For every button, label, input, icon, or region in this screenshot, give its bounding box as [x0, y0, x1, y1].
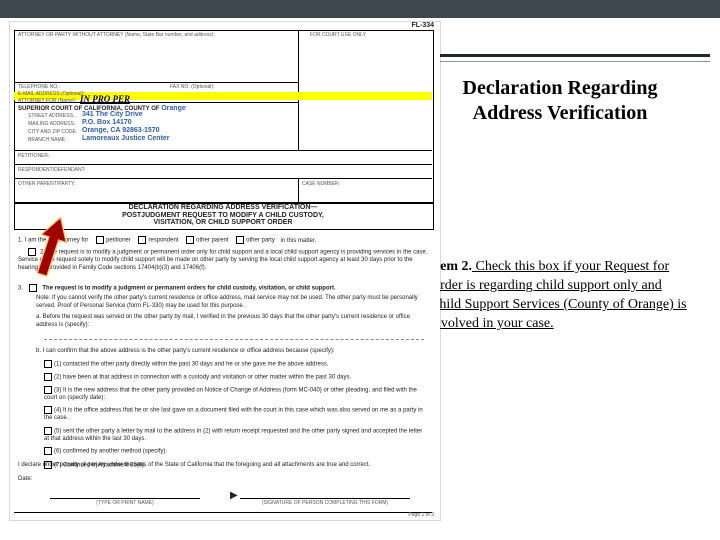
perjury: I declare under penalty of perjury under…	[18, 462, 428, 468]
attyfor-label: ATTORNEY FOR (Name):	[18, 98, 76, 104]
sig-right: (SIGNATURE OF PERSON COMPLETING THIS FOR…	[240, 500, 410, 506]
branch-label: BRANCH NAME:	[28, 137, 66, 143]
street: 341 The City Drive	[82, 111, 143, 118]
form-code: FL-334	[411, 22, 434, 29]
in-pro-per: IN PRO PER	[80, 94, 130, 104]
slide-top-bar	[0, 0, 720, 18]
court-use: FOR COURT USE ONLY	[310, 32, 366, 38]
atty-label: ATTORNEY OR PARTY WITHOUT ATTORNEY (Name…	[18, 32, 215, 38]
petitioner-label: PETITIONER:	[18, 153, 49, 159]
branch: Lamoreaux Justice Center	[82, 135, 170, 142]
slide-title: Declaration Regarding Address Verificati…	[430, 76, 690, 126]
email-label: E-MAIL ADDRESS (Optional):	[18, 91, 85, 97]
item3: 3. The request is to modify a judgment o…	[18, 284, 428, 470]
case-label: CASE NUMBER:	[302, 181, 340, 187]
sig-left: (TYPE OR PRINT NAME)	[50, 500, 200, 506]
phone-label: TELEPHONE NO.:	[18, 84, 60, 90]
sig-caret-icon: ▶	[230, 490, 238, 501]
cityzip-label: CITY AND ZIP CODE:	[28, 129, 77, 135]
item2-callout: Item 2. Check this box if your Request f…	[430, 258, 690, 334]
respondent-label: RESPONDENT/DEFENDANT:	[18, 167, 86, 173]
page-number: Page 1 of 2	[408, 512, 434, 518]
mailing: P.O. Box 14170	[82, 119, 132, 126]
otherparty-label: OTHER PARENT/PARTY:	[18, 181, 76, 187]
fax-label: FAX NO. (Optional):	[170, 84, 214, 90]
mailing-label: MAILING ADDRESS:	[28, 121, 75, 127]
cityzip: Orange, CA 92863-1570	[82, 127, 160, 134]
form-thumbnail: FL-334 ATTORNEY OR PARTY WITHOUT ATTORNE…	[10, 22, 440, 520]
date-label: Date:	[18, 476, 32, 482]
street-label: STREET ADDRESS:	[28, 113, 74, 119]
